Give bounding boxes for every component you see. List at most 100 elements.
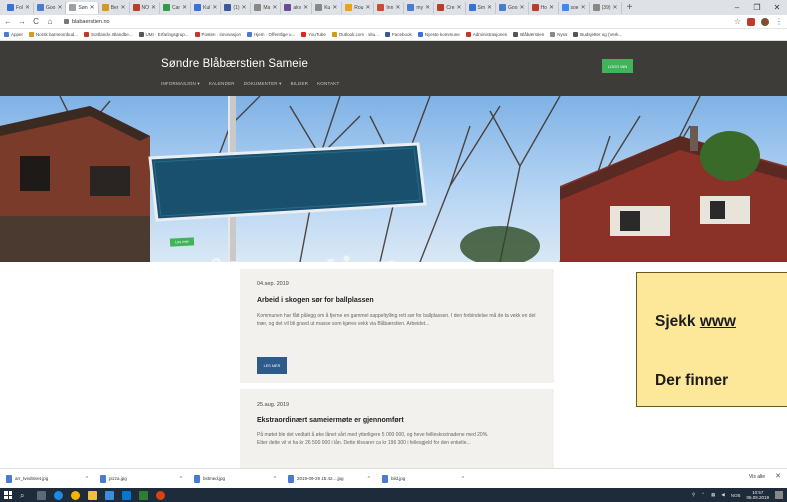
- tab-close-icon[interactable]: ✕: [332, 4, 337, 11]
- bookmark-item[interactable]: Facebook: [384, 32, 412, 37]
- url-input[interactable]: blabaerstien.no: [60, 17, 728, 27]
- tab-close-icon[interactable]: ✕: [303, 4, 308, 11]
- popup-link[interactable]: www: [700, 313, 736, 330]
- nav-item[interactable]: BILDER: [291, 81, 308, 87]
- browser-tab[interactable]: Inn ✕: [374, 1, 405, 14]
- profile-avatar[interactable]: [761, 17, 769, 26]
- nav-item[interactable]: INFORMASJON ▾: [161, 81, 200, 87]
- mail-icon[interactable]: [122, 490, 131, 500]
- app-icon[interactable]: [156, 490, 165, 500]
- chrome-icon[interactable]: [71, 490, 80, 500]
- tab-close-icon[interactable]: ✕: [90, 4, 95, 11]
- browser-tab[interactable]: (39) ✕: [590, 1, 622, 14]
- clock[interactable]: 10:57 06.09.2019: [746, 490, 769, 500]
- bookmark-item[interactable]: Nyeste kommune: [417, 32, 460, 37]
- menu-dots-icon[interactable]: ⋮: [775, 17, 783, 26]
- browser-tab[interactable]: Ma ✕: [251, 1, 282, 14]
- browser-tab[interactable]: Sm ✕: [466, 1, 497, 14]
- bookmark-item[interactable]: Outlook.com · vitu...: [331, 32, 379, 37]
- bookmark-item[interactable]: UMI · Erfaringsgrup...: [138, 32, 189, 37]
- restore-icon[interactable]: ❐: [747, 0, 767, 15]
- chevron-up-icon[interactable]: ^: [86, 476, 92, 482]
- tab-close-icon[interactable]: ✕: [120, 4, 125, 11]
- tab-close-icon[interactable]: ✕: [456, 4, 461, 11]
- browser-tab[interactable]: Goo ✕: [496, 1, 529, 14]
- language-indicator[interactable]: NOB: [731, 493, 741, 498]
- tab-close-icon[interactable]: ✕: [395, 4, 400, 11]
- browser-tab[interactable]: Ber ✕: [99, 1, 130, 14]
- bookmark-item[interactable]: Hjem · Offentlige u...: [247, 32, 295, 37]
- reload-icon[interactable]: C: [32, 17, 40, 26]
- tab-close-icon[interactable]: ✕: [212, 4, 217, 11]
- bookmark-star-icon[interactable]: ☆: [734, 17, 741, 26]
- bookmark-item[interactable]: Apper: [4, 32, 23, 37]
- login-button[interactable]: LOGG INN: [602, 59, 633, 73]
- browser-tab[interactable]: Cre ✕: [434, 1, 466, 14]
- browser-tab[interactable]: akv ✕: [281, 1, 313, 14]
- bookmark-item[interactable]: Nyss: [550, 32, 567, 37]
- nav-item[interactable]: KALENDER: [209, 81, 235, 87]
- tab-close-icon[interactable]: ✕: [487, 4, 492, 11]
- home-icon[interactable]: ⌂: [46, 17, 54, 26]
- minimize-icon[interactable]: –: [727, 0, 747, 15]
- browser-tab[interactable]: Ku ✕: [312, 1, 343, 14]
- people-icon[interactable]: ⚲: [692, 492, 695, 498]
- chevron-up-icon[interactable]: ^: [180, 476, 186, 482]
- nav-item[interactable]: KONTAKT: [317, 81, 339, 87]
- forward-arrow-icon[interactable]: →: [18, 17, 26, 26]
- browser-tab[interactable]: (1) ✕: [221, 1, 252, 14]
- search-icon[interactable]: ⌕: [20, 491, 29, 500]
- show-all-downloads-link[interactable]: Vis alle: [749, 474, 765, 480]
- tab-close-icon[interactable]: ✕: [25, 4, 30, 11]
- site-title[interactable]: Søndre Blåbærstien Sameie: [161, 58, 308, 70]
- bookmark-item[interactable]: Budsjetter og (Verk...: [573, 32, 622, 37]
- hero-badge[interactable]: Les mer: [169, 237, 195, 247]
- browser-tab[interactable]: Søn ✕: [66, 1, 99, 14]
- bookmark-item[interactable]: YouTube: [301, 32, 326, 37]
- close-window-icon[interactable]: ✕: [767, 0, 787, 15]
- browser-tab[interactable]: soe ✕: [559, 1, 590, 14]
- close-download-bar-icon[interactable]: ✕: [775, 472, 781, 480]
- browser-tab[interactable]: Goo ✕: [34, 1, 67, 14]
- browser-tab[interactable]: Fol ✕: [4, 1, 34, 14]
- tray-arrow-icon[interactable]: ⌃: [701, 492, 705, 498]
- post-title[interactable]: Ekstraordinært sameiermøte er gjennomfør…: [257, 417, 404, 424]
- download-item[interactable]: pizza.jpg ^: [100, 472, 186, 485]
- bookmark-item[interactable]: Norsk barneombud...: [29, 32, 78, 37]
- nav-item[interactable]: DOKUMENTER ▾: [244, 81, 282, 87]
- download-item[interactable]: bild.jpg ^: [382, 472, 468, 485]
- browser-tab[interactable]: my ✕: [404, 1, 435, 14]
- tab-close-icon[interactable]: ✕: [520, 4, 525, 11]
- store-icon[interactable]: [105, 490, 114, 500]
- tab-close-icon[interactable]: ✕: [182, 4, 187, 11]
- edge-icon[interactable]: [54, 490, 63, 500]
- network-icon[interactable]: ▦: [711, 492, 715, 498]
- new-tab-icon[interactable]: +: [622, 2, 638, 13]
- browser-tab[interactable]: Rou ✕: [342, 1, 375, 14]
- tab-close-icon[interactable]: ✕: [425, 4, 430, 11]
- browser-tab[interactable]: Kul ✕: [191, 1, 222, 14]
- file-explorer-icon[interactable]: [88, 490, 97, 500]
- download-item[interactable]: bstmed.jpg ^: [194, 472, 280, 485]
- tab-close-icon[interactable]: ✕: [581, 4, 586, 11]
- read-more-button[interactable]: LES MER: [257, 357, 287, 374]
- tab-close-icon[interactable]: ✕: [57, 4, 62, 11]
- browser-tab[interactable]: Car ✕: [160, 1, 192, 14]
- notification-icon[interactable]: [775, 491, 783, 499]
- chevron-up-icon[interactable]: ^: [462, 476, 468, 482]
- browser-tab[interactable]: Ho ✕: [529, 1, 559, 14]
- task-view-icon[interactable]: [37, 490, 46, 500]
- excel-icon[interactable]: [139, 490, 148, 500]
- bookmark-item[interactable]: Administrasjonen: [465, 32, 507, 37]
- extension-icon[interactable]: [747, 17, 755, 26]
- browser-tab[interactable]: NO ✕: [130, 1, 161, 14]
- tab-close-icon[interactable]: ✕: [549, 4, 554, 11]
- bookmark-item[interactable]: Posten · innovasjon: [194, 32, 241, 37]
- bookmark-item[interactable]: Blåbærstien: [513, 32, 544, 37]
- chevron-up-icon[interactable]: ^: [274, 476, 280, 482]
- tab-close-icon[interactable]: ✕: [242, 4, 247, 11]
- volume-icon[interactable]: ◀: [721, 492, 724, 498]
- tab-close-icon[interactable]: ✕: [151, 4, 156, 11]
- post-title[interactable]: Arbeid i skogen sør for ballplassen: [257, 297, 374, 304]
- chevron-up-icon[interactable]: ^: [368, 476, 374, 482]
